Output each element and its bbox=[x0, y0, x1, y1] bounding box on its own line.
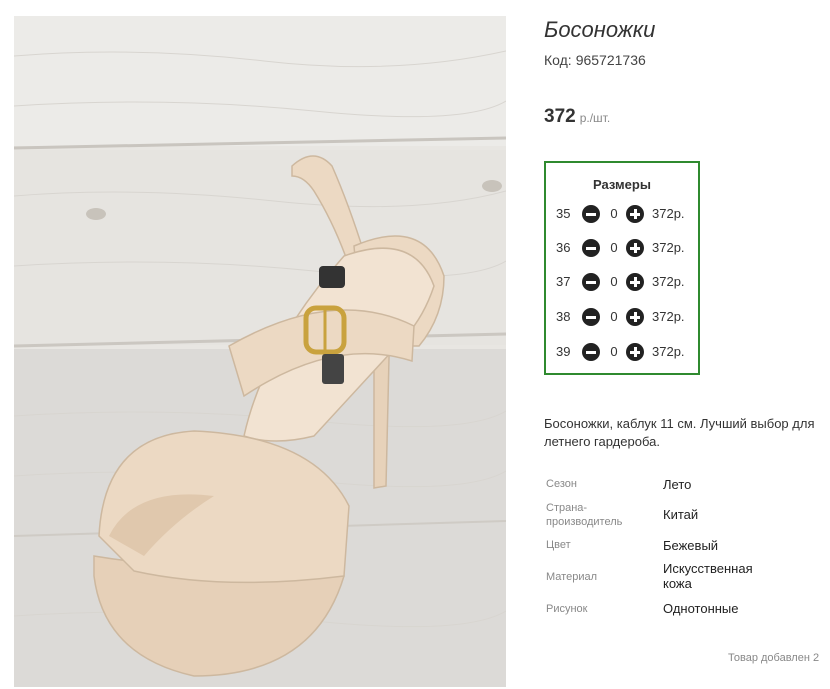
size-price: 372р. bbox=[652, 344, 685, 359]
size-price: 372р. bbox=[652, 309, 685, 324]
product-description: Босоножки, каблук 11 см. Лучший выбор дл… bbox=[544, 415, 830, 451]
property-value: Лето bbox=[663, 477, 692, 492]
size-price: 372р. bbox=[652, 206, 685, 221]
plus-circle-icon[interactable] bbox=[626, 343, 644, 361]
product-code-label: Код: bbox=[544, 52, 572, 68]
size-label: 35 bbox=[556, 206, 571, 221]
product-price: 372 р./шт. bbox=[544, 106, 610, 128]
minus-circle-icon[interactable] bbox=[582, 273, 600, 291]
property-value: Китай bbox=[663, 507, 699, 522]
product-title: Босоножки bbox=[544, 17, 656, 42]
minus-circle-icon[interactable] bbox=[582, 308, 600, 326]
plus-circle-icon[interactable] bbox=[626, 239, 644, 257]
minus-circle-icon[interactable] bbox=[582, 205, 600, 223]
property-value: Однотонные bbox=[663, 601, 739, 616]
product-code: Код: 965721736 bbox=[544, 52, 646, 68]
property-key: Сезон bbox=[546, 478, 577, 490]
description-line: летнего гардероба. bbox=[544, 434, 660, 449]
property-key: Материал bbox=[546, 571, 597, 583]
size-price: 372р. bbox=[652, 274, 685, 289]
sizes-panel: Размеры 35 0 372р. 36 0 372р. 37 0 372р.… bbox=[544, 161, 700, 375]
added-date: Товар добавлен 2 bbox=[728, 652, 820, 664]
price-unit: р./шт. bbox=[579, 111, 611, 125]
product-code-value: 965721736 bbox=[575, 52, 646, 68]
property-value: Бежевый bbox=[663, 538, 719, 553]
size-label: 36 bbox=[556, 240, 571, 255]
property-key: Рисунок bbox=[546, 603, 588, 615]
plus-circle-icon[interactable] bbox=[626, 273, 644, 291]
minus-circle-icon[interactable] bbox=[582, 343, 600, 361]
property-value: Искусственная bbox=[663, 561, 753, 576]
price-value: 372 bbox=[544, 106, 576, 127]
property-key: Цвет bbox=[546, 539, 571, 551]
size-quantity: 0 bbox=[610, 240, 618, 255]
sizes-header: Размеры bbox=[593, 177, 651, 192]
size-quantity: 0 bbox=[610, 309, 618, 324]
sandal-image bbox=[14, 16, 506, 687]
size-price: 372р. bbox=[652, 240, 685, 255]
property-key: Страна- bbox=[546, 502, 588, 514]
size-quantity: 0 bbox=[610, 206, 618, 221]
size-label: 38 bbox=[556, 309, 571, 324]
description-line: Босоножки, каблук 11 см. Лучший выбор дл… bbox=[544, 416, 815, 431]
minus-circle-icon[interactable] bbox=[582, 239, 600, 257]
plus-circle-icon[interactable] bbox=[626, 205, 644, 223]
size-quantity: 0 bbox=[610, 344, 618, 359]
property-value: кожа bbox=[663, 576, 692, 591]
property-key: производитель bbox=[546, 516, 623, 528]
size-label: 37 bbox=[556, 274, 571, 289]
size-label: 39 bbox=[556, 344, 571, 359]
size-quantity: 0 bbox=[610, 274, 618, 289]
plus-circle-icon[interactable] bbox=[626, 308, 644, 326]
product-photo[interactable] bbox=[14, 16, 506, 687]
